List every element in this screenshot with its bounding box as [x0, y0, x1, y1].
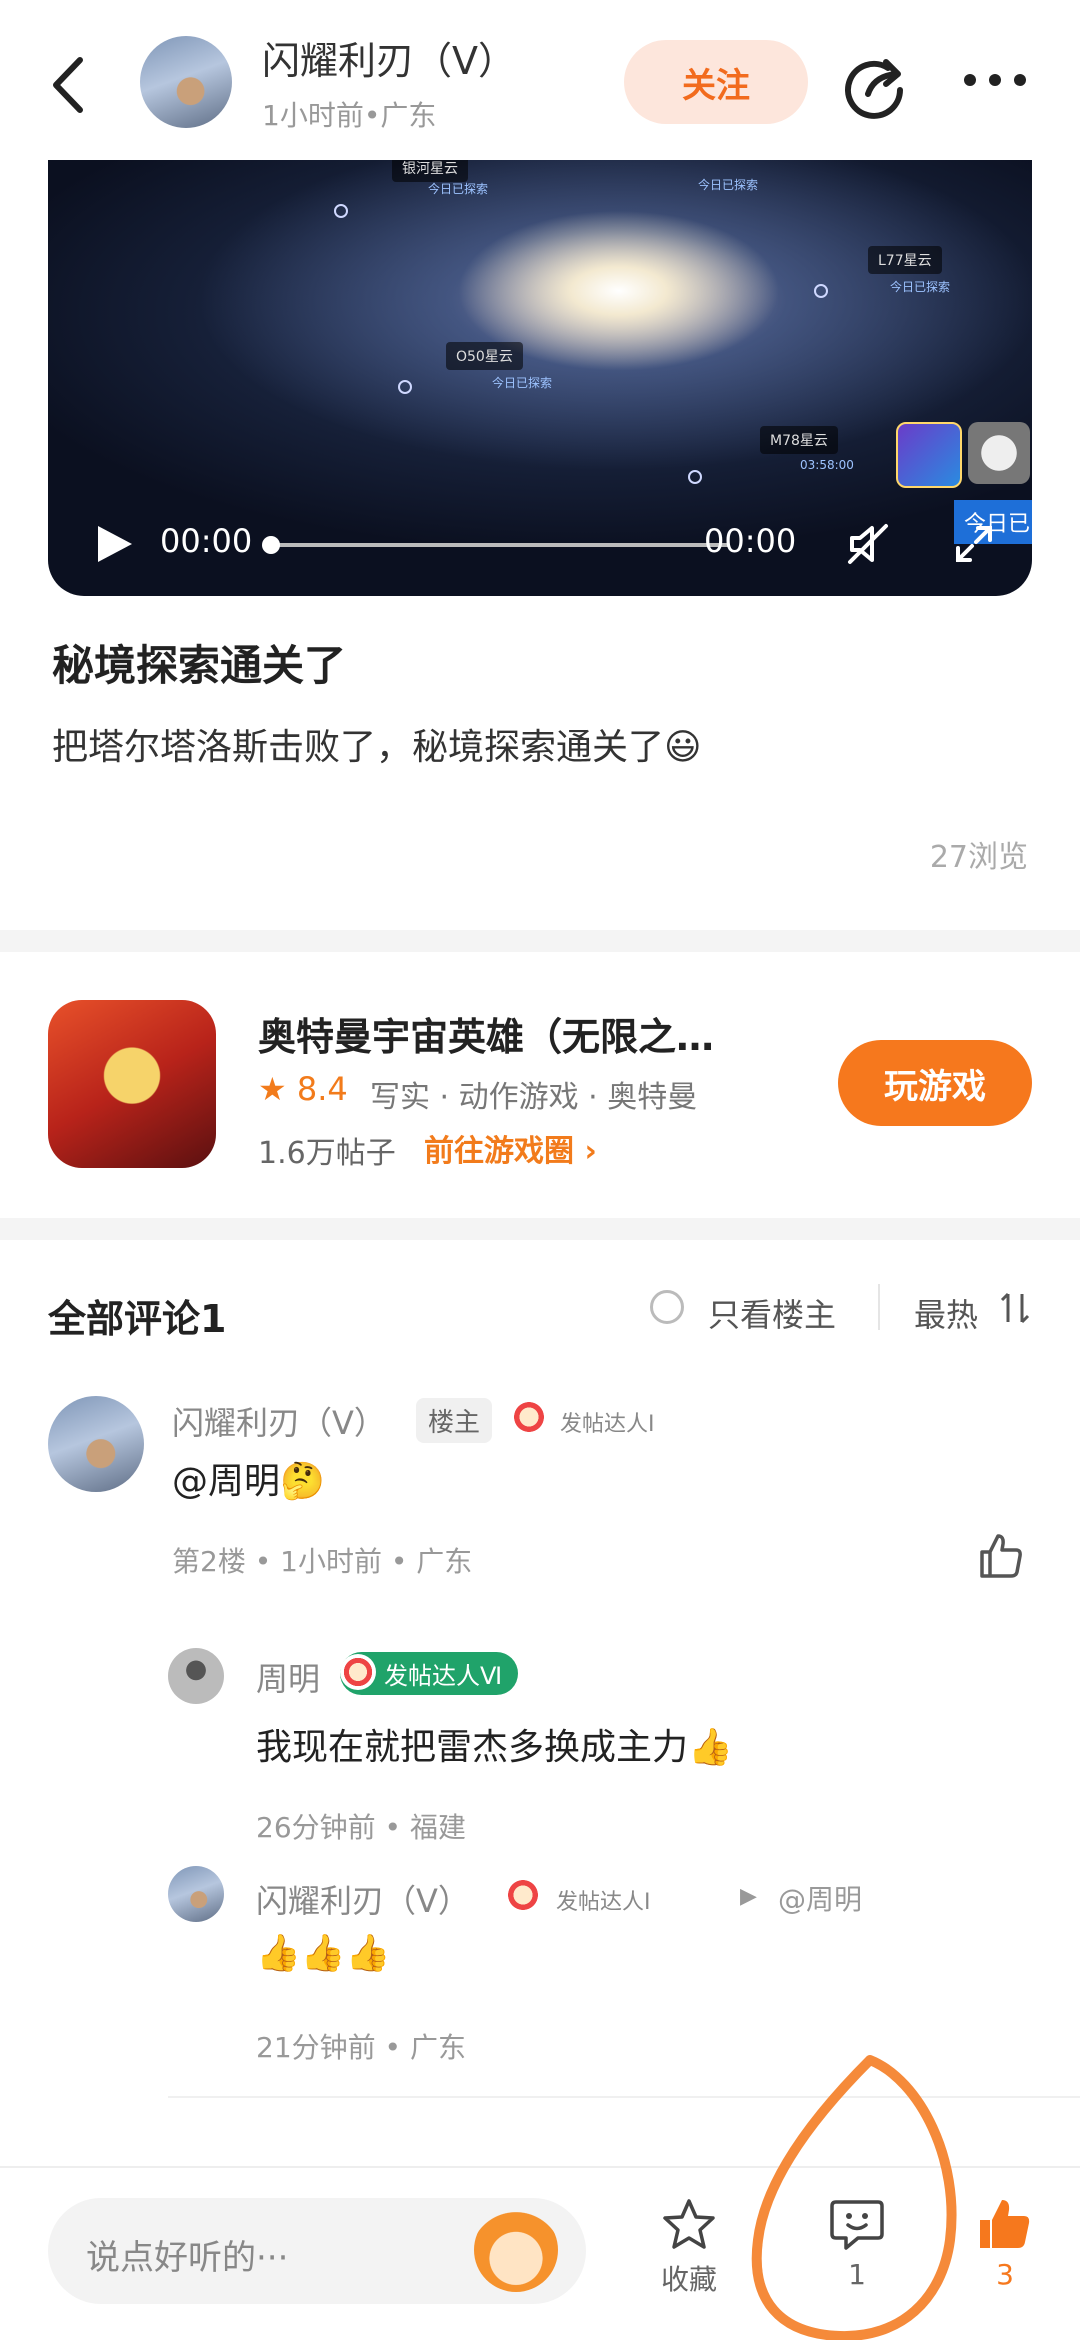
gear-item-icon[interactable]	[968, 422, 1030, 484]
section-divider	[0, 930, 1080, 952]
author-name[interactable]: 闪耀利刃（V）	[262, 30, 516, 85]
comment-input-placeholder[interactable]: 说点好听的···	[86, 2230, 288, 2279]
mute-button[interactable]	[846, 522, 890, 566]
star-status: 今日已探索	[428, 182, 489, 196]
level-badge: 发帖达人Ⅵ	[340, 1652, 519, 1695]
reply-arrow-icon: ▶	[740, 1884, 757, 1909]
more-icon	[964, 74, 1026, 86]
play-button[interactable]	[92, 522, 136, 566]
progress-handle[interactable]	[262, 536, 280, 554]
sort-icon[interactable]	[1000, 1292, 1030, 1324]
play-icon	[98, 526, 132, 562]
favorite-label: 收藏	[660, 2263, 717, 2296]
star-timer: 03:58:00	[800, 458, 854, 472]
op-only-radio[interactable]	[650, 1290, 684, 1324]
avatar-image	[48, 1396, 144, 1492]
video-player[interactable]: 银河星云 今日已探索 今日已探索 L77星云 今日已探索 O50星云 今日已探索…	[48, 160, 1032, 596]
thumbs-up-icon	[980, 1534, 1022, 1578]
post-title: 秘境探索通关了	[52, 641, 347, 690]
back-button[interactable]	[40, 50, 100, 120]
avatar-image	[140, 36, 232, 128]
commenter-avatar[interactable]	[48, 1396, 144, 1492]
comment-bubble-icon	[830, 2200, 884, 2250]
star-node	[334, 204, 348, 218]
reply-text: 👍👍👍	[256, 1933, 391, 1974]
reply-divider	[168, 2096, 1080, 2098]
reply-meta: 26分钟前 • 福建	[256, 1811, 466, 1844]
fullscreen-button[interactable]	[952, 522, 996, 566]
comment-count: 1	[848, 2258, 866, 2291]
game-circle-link[interactable]: 前往游戏圈 ›	[424, 1126, 597, 1170]
fullscreen-icon	[956, 526, 992, 562]
like-button[interactable]: 3	[976, 2196, 1036, 2291]
reply-avatar[interactable]	[168, 1866, 224, 1922]
reply-name[interactable]: 周明	[256, 1654, 320, 1700]
favorite-button[interactable]: 收藏	[660, 2196, 730, 2298]
star-label: 银河星云	[392, 160, 468, 182]
host-badge: 楼主	[416, 1398, 493, 1443]
comment-meta: 第2楼 • 1小时前 • 广东	[172, 1545, 473, 1578]
level-badge-icon	[510, 1398, 548, 1436]
progress-track[interactable]	[270, 543, 730, 547]
sort-button[interactable]: 最热	[914, 1290, 978, 1336]
view-count: 27浏览	[929, 840, 1028, 875]
reply-name[interactable]: 闪耀利刃（V）	[256, 1876, 470, 1922]
star-status: 今日已探索	[890, 280, 951, 294]
level-badge: 发帖达人Ⅰ	[556, 1890, 651, 1915]
level-badge-icon	[504, 1876, 542, 1914]
avatar-image	[168, 1866, 224, 1922]
play-game-button[interactable]: 玩游戏	[838, 1040, 1032, 1126]
commenter-name[interactable]: 闪耀利刃（V）	[172, 1398, 386, 1444]
game-icon[interactable]	[48, 1000, 216, 1168]
reply-text: 我现在就把雷杰多换成主力👍	[256, 1727, 733, 1768]
star-outline-icon	[663, 2199, 715, 2249]
comments-title: 全部评论1	[48, 1297, 227, 1341]
sort-divider	[878, 1284, 880, 1330]
game-circle-label: 前往游戏圈	[424, 1134, 574, 1169]
avatar-image	[168, 1648, 224, 1704]
share-button[interactable]	[840, 50, 910, 120]
thumbs-up-filled-icon	[980, 2200, 1030, 2248]
level-badge: 发帖达人Ⅰ	[560, 1412, 655, 1437]
duration: 00:00	[704, 522, 797, 560]
star-status: 今日已探索	[698, 178, 759, 192]
star-node	[398, 380, 412, 394]
crystal-item-icon[interactable]	[896, 422, 962, 488]
comment-count-button[interactable]: 1	[828, 2196, 898, 2291]
game-post-count: 1.6万帖子	[258, 1136, 396, 1171]
sort-arrows-icon	[1000, 1292, 1030, 1324]
more-button[interactable]	[960, 60, 1030, 100]
star-status: 今日已探索	[492, 376, 553, 390]
star-label: M78星云	[760, 426, 838, 454]
chevron-right-icon: ›	[574, 1134, 597, 1169]
post-body: 把塔尔塔洛斯击败了，秘境探索通关了😃	[52, 727, 702, 768]
reply-meta: 21分钟前 • 广东	[256, 2031, 466, 2064]
section-divider	[0, 1218, 1080, 1240]
follow-button[interactable]: 关注	[624, 40, 808, 124]
post-header: 闪耀利刃（V） 1小时前•广东 关注	[0, 0, 1080, 160]
op-only-label[interactable]: 只看楼主	[708, 1290, 836, 1336]
mascot-emoji-button[interactable]	[474, 2208, 558, 2292]
reply-avatar[interactable]	[168, 1648, 224, 1704]
rating-value: 8.4	[296, 1070, 348, 1108]
comment-text: @周明🤔	[172, 1461, 325, 1502]
game-rating: ★ 8.4	[258, 1070, 348, 1108]
author-avatar[interactable]	[140, 36, 232, 128]
game-tags: 写实 · 动作游戏 · 奥特曼	[370, 1080, 698, 1115]
star-icon: ★	[258, 1070, 287, 1108]
chevron-left-icon	[53, 57, 83, 113]
share-icon	[845, 59, 903, 119]
star-node	[814, 284, 828, 298]
level-badge-icon	[340, 1654, 376, 1690]
reply-to[interactable]: @周明	[778, 1878, 862, 1918]
star-label: L77星云	[868, 246, 942, 274]
like-count: 3	[996, 2258, 1014, 2291]
author-meta: 1小时前•广东	[262, 99, 437, 132]
game-title[interactable]: 奥特曼宇宙英雄（无限之…	[258, 1006, 714, 1061]
like-comment-button[interactable]	[976, 1532, 1024, 1580]
star-label: O50星云	[446, 342, 523, 370]
muted-speaker-icon	[848, 524, 888, 564]
star-node	[688, 470, 702, 484]
current-time: 00:00	[160, 522, 253, 560]
